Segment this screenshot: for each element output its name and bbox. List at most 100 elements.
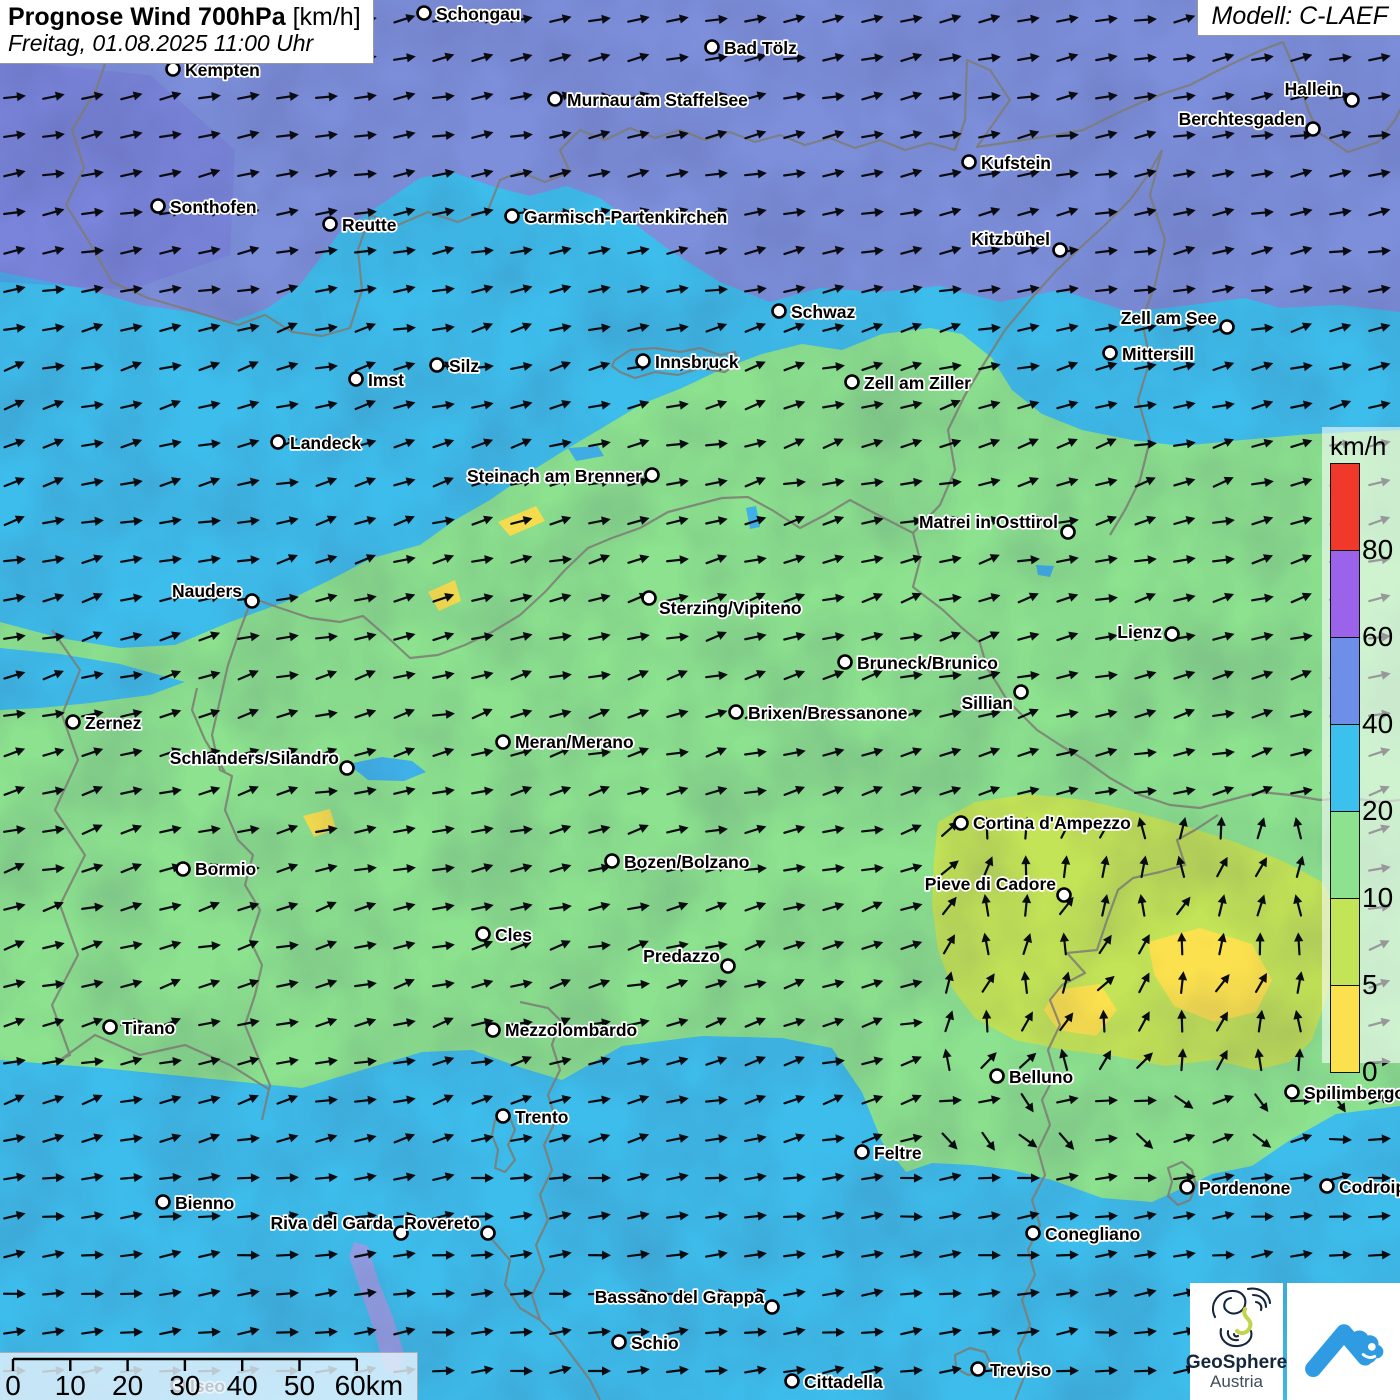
city-label: Schwaz: [791, 302, 855, 322]
city-marker: [177, 863, 190, 876]
city: Bruneck/Brunico: [839, 653, 999, 673]
city-label: Pieve di Cadore: [925, 874, 1057, 894]
legend-segment: [1331, 812, 1359, 899]
city-marker: [104, 1021, 117, 1034]
city-marker: [1058, 889, 1071, 902]
valid-time: Freitag, 01.08.2025 11:00 Uhr: [8, 31, 361, 57]
city: Brixen/Bressanone: [730, 703, 908, 723]
city-marker: [1027, 1227, 1040, 1240]
city-label: Predazzo: [643, 946, 720, 966]
partner-logo-box: [1287, 1283, 1400, 1400]
city-marker: [991, 1070, 1004, 1083]
model-label: Modell: C-LAEF: [1197, 0, 1400, 36]
scale-ruler: 0102030405060km: [0, 1353, 416, 1399]
city: Steinach am Brenner: [467, 466, 659, 486]
city-label: Mezzolombardo: [505, 1020, 637, 1040]
city-marker: [613, 1336, 626, 1349]
city-label: Belluno: [1009, 1067, 1073, 1087]
city-label: Sonthofen: [170, 197, 257, 217]
city-label: Conegliano: [1045, 1224, 1140, 1244]
city-label: Bruneck/Brunico: [857, 653, 998, 673]
city-label: Silz: [449, 356, 479, 376]
legend-segment: [1331, 464, 1359, 551]
city-marker: [722, 960, 735, 973]
city: Garmisch-Partenkirchen: [506, 207, 728, 227]
city-label: Lienz: [1117, 622, 1162, 642]
legend-unit-label: km/h: [1330, 431, 1400, 462]
city-marker: [643, 592, 656, 605]
scalebar-label: 60km: [335, 1370, 403, 1399]
wind-speed-legend: km/h 806040201050: [1322, 427, 1400, 1063]
city-marker: [773, 305, 786, 318]
city-marker: [431, 359, 444, 372]
city-label: Zell am Ziller: [864, 373, 971, 393]
city-label: Pordenone: [1199, 1178, 1291, 1198]
city-marker: [637, 355, 650, 368]
city-marker: [167, 63, 180, 76]
city-marker: [246, 595, 259, 608]
city-label: Bad Tölz: [724, 38, 797, 58]
city-label: Nauders: [172, 581, 242, 601]
city-label: Garmisch-Partenkirchen: [524, 207, 727, 227]
city: Meran/Merano: [497, 732, 634, 752]
city-marker: [730, 706, 743, 719]
city: Mezzolombardo: [487, 1020, 638, 1040]
title-box: Prognose Wind 700hPa [km/h] Freitag, 01.…: [0, 0, 374, 64]
city-label: Mittersill: [1122, 344, 1194, 364]
wind-forecast-map-page: SchongauBad TölzKemptenMurnau am Staffel…: [0, 0, 1400, 1400]
legend-segment: [1331, 725, 1359, 812]
city-label: Bormio: [195, 859, 256, 879]
city-label: Steinach am Brenner: [467, 466, 642, 486]
legend-tick-label: 60: [1362, 621, 1393, 653]
city-label: Bozen/Bolzano: [624, 852, 749, 872]
city: Cortina d'Ampezzo: [955, 813, 1131, 833]
city-marker: [766, 1301, 779, 1314]
city-marker: [477, 928, 490, 941]
city-marker: [506, 210, 519, 223]
scalebar-label: 50: [284, 1370, 315, 1399]
legend-tick-label: 5: [1362, 969, 1378, 1001]
city-label: Sillian: [961, 693, 1013, 713]
city-marker: [1346, 94, 1359, 107]
city-marker: [1307, 123, 1320, 136]
city-marker: [324, 218, 337, 231]
legend-segment: [1331, 638, 1359, 725]
city-label: Treviso: [990, 1360, 1051, 1380]
geosphere-contour-icon: [1201, 1283, 1273, 1351]
scalebar-label: 40: [227, 1370, 258, 1399]
city-marker: [963, 156, 976, 169]
scalebar-label: 30: [169, 1370, 200, 1399]
city-label: Schio: [631, 1333, 679, 1353]
city-marker: [972, 1363, 985, 1376]
page-title: Prognose Wind 700hPa [km/h]: [8, 3, 361, 31]
city-marker: [497, 1110, 510, 1123]
city-label: Landeck: [290, 433, 361, 453]
city-label: Schongau: [436, 4, 521, 24]
city-label: Zernez: [85, 713, 142, 733]
city-label: Kufstein: [981, 153, 1051, 173]
city-marker: [856, 1146, 869, 1159]
city-marker: [67, 716, 80, 729]
city-marker: [487, 1024, 500, 1037]
city-marker: [706, 41, 719, 54]
city-marker: [1062, 526, 1075, 539]
city-marker: [1104, 347, 1117, 360]
weather-map: SchongauBad TölzKemptenMurnau am Staffel…: [0, 0, 1400, 1400]
city-label: Reutte: [342, 215, 397, 235]
city-marker: [1321, 1180, 1334, 1193]
city-label: Cortina d'Ampezzo: [973, 813, 1131, 833]
city-marker: [1221, 321, 1234, 334]
brand-country: Austria: [1210, 1373, 1263, 1392]
city-label: Imst: [368, 370, 404, 390]
city-marker: [272, 436, 285, 449]
city-marker: [1286, 1086, 1299, 1099]
city-marker: [350, 373, 363, 386]
city: Murnau am Staffelsee: [549, 90, 749, 110]
scalebar-label: 0: [5, 1370, 21, 1399]
map-scale-bar: 0102030405060km: [0, 1352, 418, 1400]
city-label: Spilimbergo: [1304, 1083, 1400, 1103]
city-marker: [846, 376, 859, 389]
legend-colorbar: [1330, 463, 1360, 1073]
city-label: Trento: [515, 1107, 568, 1127]
legend-segment: [1331, 986, 1359, 1072]
